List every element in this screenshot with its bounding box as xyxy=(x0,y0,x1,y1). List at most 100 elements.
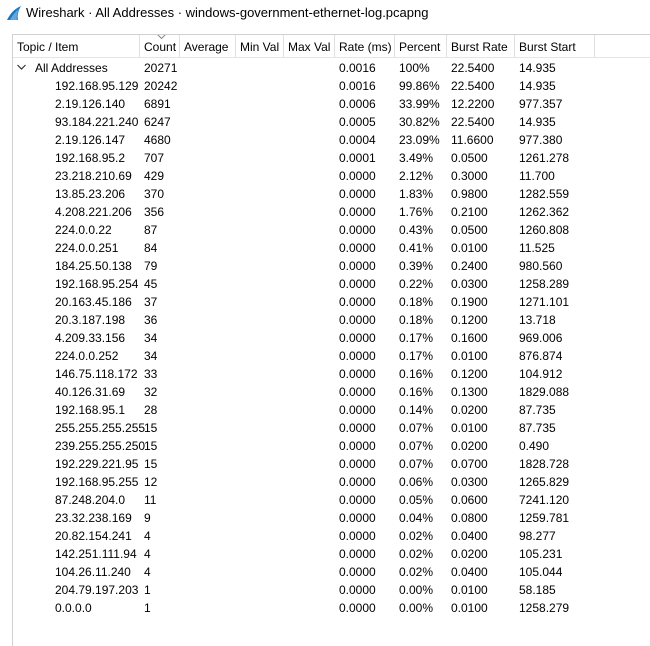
cell-burst-rate: 0.0200 xyxy=(451,439,488,453)
cell-burst-start: 58.185 xyxy=(519,583,556,597)
cell-burst-rate: 0.1900 xyxy=(451,295,488,309)
table-row[interactable]: 23.32.238.169 9 0.0000 0.04% 0.0800 1259.781 xyxy=(13,509,650,527)
table-row[interactable]: 2.19.126.140 6891 0.0006 33.99% 12.2200 977.3… xyxy=(13,95,650,113)
table-row[interactable]: 192.168.95.129 20242 0.0016 99.86% 22.5400 14… xyxy=(13,77,650,95)
statistics-tree-view[interactable]: Topic / Item Count Average Min Val Max Val Ra… xyxy=(12,34,650,646)
cell-rate-ms: 0.0000 xyxy=(339,259,376,273)
cell-percent: 0.05% xyxy=(399,493,434,507)
table-row[interactable]: 20.163.45.186 37 0.0000 0.18% 0.1900 1271.101 xyxy=(13,293,650,311)
cell-rate-ms: 0.0000 xyxy=(339,367,376,381)
cell-count: 34 xyxy=(144,349,158,363)
cell-count: 4 xyxy=(144,565,151,579)
table-row[interactable]: 255.255.255.255 15 0.0000 0.07% 0.0100 87.735 xyxy=(13,419,650,437)
column-header-topic-item[interactable]: Topic / Item xyxy=(13,35,140,57)
table-row[interactable]: 13.85.23.206 370 0.0000 1.83% 0.9800 1282.559 xyxy=(13,185,650,203)
cell-rate-ms: 0.0000 xyxy=(339,187,376,201)
cell-percent: 0.16% xyxy=(399,385,434,399)
cell-percent: 33.99% xyxy=(399,97,440,111)
cell-burst-start: 1258.289 xyxy=(519,277,570,291)
cell-rate-ms: 0.0000 xyxy=(339,169,376,183)
cell-burst-start: 1262.362 xyxy=(519,205,570,219)
cell-count: 87 xyxy=(144,223,158,237)
table-row[interactable]: 20.3.187.198 36 0.0000 0.18% 0.1200 13.718 xyxy=(13,311,650,329)
cell-count: 84 xyxy=(144,241,158,255)
table-row[interactable]: 4.209.33.156 34 0.0000 0.17% 0.1600 969.006 xyxy=(13,329,650,347)
table-row[interactable]: 104.26.11.240 4 0.0000 0.02% 0.0400 105.044 xyxy=(13,563,650,581)
column-header-max-val[interactable]: Max Val xyxy=(284,35,335,57)
cell-rate-ms: 0.0000 xyxy=(339,331,376,345)
cell-burst-start: 876.874 xyxy=(519,349,563,363)
table-row[interactable]: 192.168.95.1 28 0.0000 0.14% 0.0200 87.735 xyxy=(13,401,650,419)
table-row[interactable]: 0.0.0.0 1 0.0000 0.00% 0.0100 1258.279 xyxy=(13,599,650,617)
table-row[interactable]: 184.25.50.138 79 0.0000 0.39% 0.2400 980.560 xyxy=(13,257,650,275)
cell-rate-ms: 0.0000 xyxy=(339,421,376,435)
table-row[interactable]: 142.251.111.94 4 0.0000 0.02% 0.0200 105.231 xyxy=(13,545,650,563)
cell-burst-rate: 22.5400 xyxy=(451,61,495,75)
cell-count: 79 xyxy=(144,259,158,273)
cell-rate-ms: 0.0004 xyxy=(339,133,376,147)
cell-topic-item: 23.218.210.69 xyxy=(55,169,132,183)
table-row[interactable]: 2.19.126.147 4680 0.0004 23.09% 11.6600 977.3… xyxy=(13,131,650,149)
cell-burst-start: 13.718 xyxy=(519,313,556,327)
table-row[interactable]: 192.229.221.95 15 0.0000 0.07% 0.0700 1828.72… xyxy=(13,455,650,473)
column-header-min-val[interactable]: Min Val xyxy=(236,35,284,57)
table-row[interactable]: 87.248.204.0 11 0.0000 0.05% 0.0600 7241.120 xyxy=(13,491,650,509)
tree-root-row[interactable]: All Addresses 20271 0.0016 100% 22.5400 14.93… xyxy=(13,59,650,77)
table-row[interactable]: 192.168.95.2 707 0.0001 3.49% 0.0500 1261.278 xyxy=(13,149,650,167)
table-row[interactable]: 20.82.154.241 4 0.0000 0.02% 0.0400 98.277 xyxy=(13,527,650,545)
cell-count: 37 xyxy=(144,295,158,309)
cell-topic-item: 192.168.95.254 xyxy=(55,277,139,291)
cell-burst-rate: 0.3000 xyxy=(451,169,488,183)
chevron-down-icon[interactable] xyxy=(17,64,26,71)
table-row[interactable]: 204.79.197.203 1 0.0000 0.00% 0.0100 58.185 xyxy=(13,581,650,599)
cell-topic-item: 255.255.255.255 xyxy=(55,421,146,435)
cell-percent: 0.39% xyxy=(399,259,434,273)
cell-burst-rate: 0.1300 xyxy=(451,385,488,399)
table-row[interactable]: 224.0.0.252 34 0.0000 0.17% 0.0100 876.874 xyxy=(13,347,650,365)
cell-count: 36 xyxy=(144,313,158,327)
cell-rate-ms: 0.0000 xyxy=(339,511,376,525)
column-header-burst-rate[interactable]: Burst Rate xyxy=(447,35,515,57)
cell-rate-ms: 0.0005 xyxy=(339,115,376,129)
cell-burst-rate: 0.0100 xyxy=(451,241,488,255)
column-header-percent[interactable]: Percent xyxy=(395,35,447,57)
cell-topic-item: 184.25.50.138 xyxy=(55,259,132,273)
table-row[interactable]: 192.168.95.255 12 0.0000 0.06% 0.0300 1265.82… xyxy=(13,473,650,491)
cell-rate-ms: 0.0006 xyxy=(339,97,376,111)
cell-burst-rate: 0.0600 xyxy=(451,493,488,507)
table-row[interactable]: 192.168.95.254 45 0.0000 0.22% 0.0300 1258.28… xyxy=(13,275,650,293)
table-row[interactable]: 224.0.0.251 84 0.0000 0.41% 0.0100 11.525 xyxy=(13,239,650,257)
cell-rate-ms: 0.0000 xyxy=(339,349,376,363)
cell-burst-start: 104.912 xyxy=(519,367,563,381)
table-row[interactable]: 40.126.31.69 32 0.0000 0.16% 0.1300 1829.088 xyxy=(13,383,650,401)
cell-burst-rate: 0.1200 xyxy=(451,313,488,327)
table-row[interactable]: 93.184.221.240 6247 0.0005 30.82% 22.5400 14.… xyxy=(13,113,650,131)
table-row[interactable]: 4.208.221.206 356 0.0000 1.76% 0.2100 1262.36… xyxy=(13,203,650,221)
cell-percent: 2.12% xyxy=(399,169,434,183)
cell-burst-start: 11.700 xyxy=(519,169,555,183)
cell-topic-item: 2.19.126.140 xyxy=(55,97,126,111)
table-row[interactable]: 224.0.0.22 87 0.0000 0.43% 0.0500 1260.808 xyxy=(13,221,650,239)
cell-rate-ms: 0.0000 xyxy=(339,385,376,399)
column-header-rate-ms[interactable]: Rate (ms) xyxy=(335,35,395,57)
cell-topic-item: 224.0.0.251 xyxy=(55,241,119,255)
cell-percent: 0.18% xyxy=(399,313,434,327)
cell-burst-rate: 0.2400 xyxy=(451,259,488,273)
cell-burst-rate: 0.0400 xyxy=(451,529,488,543)
cell-percent: 0.07% xyxy=(399,457,434,471)
window-title: Wireshark · All Addresses · windows-gove… xyxy=(26,5,429,20)
column-header-average[interactable]: Average xyxy=(180,35,236,57)
cell-rate-ms: 0.0000 xyxy=(339,241,376,255)
table-row[interactable]: 146.75.118.172 33 0.0000 0.16% 0.1200 104.912 xyxy=(13,365,650,383)
cell-count: 1 xyxy=(144,601,151,615)
cell-burst-start: 0.490 xyxy=(519,439,550,453)
cell-topic-item: 93.184.221.240 xyxy=(55,115,139,129)
cell-rate-ms: 0.0000 xyxy=(339,205,376,219)
cell-topic-item: 13.85.23.206 xyxy=(55,187,126,201)
cell-topic-item: 192.229.221.95 xyxy=(55,457,139,471)
cell-topic-item: 40.126.31.69 xyxy=(55,385,126,399)
cell-percent: 0.07% xyxy=(399,439,434,453)
table-row[interactable]: 239.255.255.250 15 0.0000 0.07% 0.0200 0.490 xyxy=(13,437,650,455)
column-header-burst-start[interactable]: Burst Start xyxy=(515,35,595,57)
table-row[interactable]: 23.218.210.69 429 0.0000 2.12% 0.3000 11.700 xyxy=(13,167,650,185)
